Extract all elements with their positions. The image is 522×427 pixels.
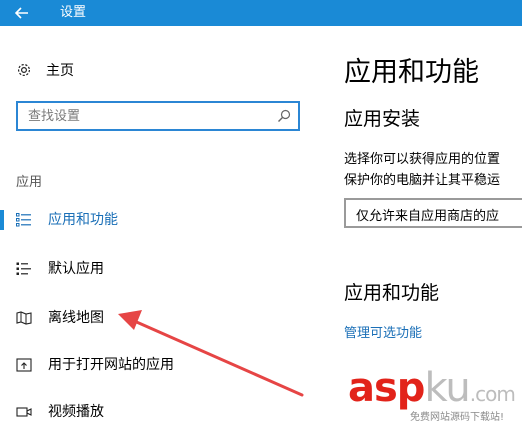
sidebar-item-label: 默认应用 <box>48 261 104 277</box>
install-source-dropdown[interactable]: 仅允许来自应用商店的应 <box>344 198 522 228</box>
apps-features-icon <box>16 213 31 227</box>
dropdown-value: 仅允许来自应用商店的应 <box>356 209 500 224</box>
sidebar-item-label: 应用和功能 <box>48 212 118 228</box>
sidebar-item-video-playback[interactable]: 视频播放 <box>0 398 322 426</box>
selection-indicator <box>0 210 4 230</box>
page-title: 应用和功能 <box>344 57 479 88</box>
install-description-line1: 选择你可以获得应用的位置 <box>344 152 501 167</box>
offline-maps-icon <box>16 311 32 325</box>
back-arrow-icon <box>15 7 28 19</box>
title-bar: 设置 <box>0 0 522 26</box>
watermark-subtitle: 免费网站源码下载站! <box>410 412 505 423</box>
install-description-line2: 保护你的电脑并让其平稳运 <box>344 173 501 188</box>
sidebar-item-label: 离线地图 <box>48 310 104 326</box>
section-label-apps: 应用 <box>16 175 43 190</box>
manage-optional-features-link[interactable]: 管理可选功能 <box>344 322 422 341</box>
search-icon[interactable] <box>277 109 291 123</box>
sidebar-item-label: 用于打开网站的应用 <box>48 357 174 373</box>
apps-for-websites-icon <box>16 358 32 372</box>
home-label: 主页 <box>46 63 74 79</box>
sidebar-item-label: 视频播放 <box>48 404 104 420</box>
sidebar-item-home[interactable]: 主页 <box>16 60 74 80</box>
back-button[interactable] <box>0 0 44 26</box>
search-input[interactable] <box>28 107 268 125</box>
sidebar-item-default-apps[interactable]: 默认应用 <box>0 255 322 283</box>
sidebar-item-apps-for-websites[interactable]: 用于打开网站的应用 <box>0 351 322 379</box>
video-playback-icon <box>16 407 32 417</box>
default-apps-icon <box>16 262 31 275</box>
watermark-logo: aspku.com 免费网站源码下载站! <box>348 368 520 423</box>
search-box[interactable] <box>16 101 300 131</box>
install-heading: 应用安装 <box>344 108 421 130</box>
gear-icon <box>17 63 31 77</box>
sidebar-item-offline-maps[interactable]: 离线地图 <box>0 304 322 332</box>
sidebar: 主页 应用 应用和功能 默认应用 <box>0 26 322 427</box>
features-heading: 应用和功能 <box>344 282 440 304</box>
window-title: 设置 <box>60 5 87 20</box>
sidebar-item-apps-features[interactable]: 应用和功能 <box>0 206 322 234</box>
